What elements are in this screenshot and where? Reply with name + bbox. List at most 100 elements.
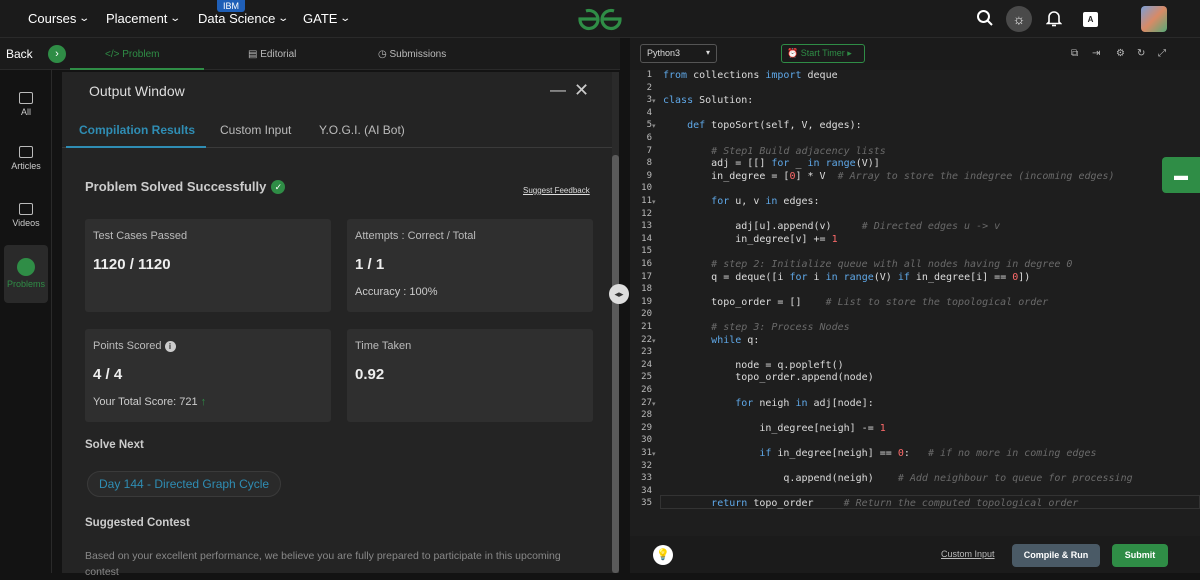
- sidebar-item-label: All: [20, 107, 31, 117]
- line-number: 29: [641, 422, 652, 433]
- line-number: 15: [641, 246, 652, 257]
- attempts-value: 1 / 1: [355, 256, 385, 273]
- code-line[interactable]: def topoSort(self, V, edges):: [663, 120, 862, 131]
- fullscreen-icon[interactable]: ⤢: [1158, 48, 1166, 59]
- tab-custom-input[interactable]: Custom Input: [220, 123, 291, 137]
- points-label-row: Points Scored i: [93, 340, 176, 352]
- code-line[interactable]: from collections import deque: [663, 70, 838, 81]
- sidebar-item-articles[interactable]: Articles: [0, 146, 52, 171]
- active-tab-indicator: [70, 68, 204, 70]
- sidebar-item-problems[interactable]: Problems: [0, 258, 52, 289]
- line-number: 18: [641, 284, 652, 295]
- code-line[interactable]: topo_order = [] # List to store the topo…: [663, 297, 1048, 308]
- line-number: 34: [641, 485, 652, 496]
- code-line[interactable]: return topo_order # Return the computed …: [663, 498, 1078, 509]
- back-link[interactable]: Back: [6, 47, 33, 61]
- line-number: 7: [646, 145, 652, 156]
- code-editor[interactable]: 1 2 3 ▾ 4 5 ▾ 6 7 8 9 10 11 ▾ 12 13 14 15 16 17 18 19 20 21 22 ▾ 2…: [630, 70, 1200, 536]
- next-problem-link[interactable]: Day 144 - Directed Graph Cycle: [87, 471, 282, 497]
- test-cases-value: 1120 / 1120: [93, 256, 171, 273]
- points-card: Points Scored i 4 / 4 Your Total Score: …: [85, 329, 331, 422]
- submit-button[interactable]: Submit: [1112, 544, 1168, 567]
- time-card: Time Taken 0.92: [347, 329, 593, 422]
- code-line[interactable]: adj = [[] for _ in range(V)]: [663, 158, 880, 169]
- chevron-right-icon[interactable]: ›: [48, 45, 66, 63]
- points-value: 4 / 4: [93, 366, 123, 383]
- fold-arrow-icon[interactable]: ▾: [652, 400, 656, 408]
- line-number: 16: [641, 259, 652, 269]
- fold-arrow-icon[interactable]: ▾: [652, 198, 656, 206]
- compile-run-button[interactable]: Compile & Run: [1012, 544, 1100, 567]
- suggest-feedback-link[interactable]: Suggest Feedback: [523, 186, 590, 195]
- solved-text: Problem Solved Successfully: [85, 179, 267, 194]
- code-line[interactable]: while q:: [663, 335, 759, 346]
- code-line[interactable]: node = q.popleft(): [663, 360, 843, 371]
- nav-placement[interactable]: Placement ⌄: [106, 11, 181, 26]
- output-window-title: Output Window: [89, 83, 185, 99]
- close-icon[interactable]: ✕: [574, 80, 589, 101]
- language-select[interactable]: Python3 ▾: [640, 44, 717, 63]
- code-line[interactable]: q.append(neigh) # Add neighbour to queue…: [663, 473, 1132, 484]
- problem-tabs-bar: Back › </> Problem ▤ Editorial ◷ Submiss…: [0, 38, 620, 70]
- language-icon[interactable]: A: [1083, 12, 1098, 27]
- code-line[interactable]: adj[u].append(v) # Directed edges u -> v: [663, 221, 1000, 232]
- nav-courses[interactable]: Courses ⌄: [28, 11, 90, 26]
- sidebar-item-label: Articles: [11, 161, 41, 171]
- code-line[interactable]: in_degree[v] += 1: [663, 234, 837, 245]
- code-line[interactable]: in_degree[neigh] -= 1: [663, 423, 885, 434]
- lightbulb-icon[interactable]: 💡: [653, 545, 673, 565]
- code-line[interactable]: q = deque([i for i in range(V) if in_deg…: [663, 272, 1030, 283]
- line-number: 31: [641, 448, 652, 458]
- tab-editorial-label: Editorial: [260, 49, 297, 60]
- info-icon[interactable]: i: [164, 340, 176, 352]
- sidebar-item-videos[interactable]: Videos: [0, 203, 52, 228]
- fold-arrow-icon[interactable]: ▾: [652, 122, 656, 130]
- settings-icon[interactable]: ⚙: [1116, 48, 1125, 59]
- reset-icon[interactable]: ↻: [1137, 48, 1145, 59]
- custom-input-link[interactable]: Custom Input: [941, 549, 995, 559]
- code-line[interactable]: # step 3: Process Nodes: [663, 322, 849, 333]
- theme-toggle-icon[interactable]: ☼: [1006, 6, 1032, 32]
- code-line[interactable]: in_degree = [0] * V # Array to store the…: [663, 171, 1114, 182]
- tab-problem[interactable]: </> Problem: [105, 49, 159, 60]
- play-circle-icon: ▸: [847, 48, 852, 58]
- gfg-logo[interactable]: [576, 6, 624, 32]
- minimize-icon[interactable]: —: [550, 82, 566, 100]
- fold-arrow-icon[interactable]: ▾: [652, 450, 656, 458]
- time-label: Time Taken: [355, 340, 412, 352]
- line-number: 10: [641, 183, 652, 194]
- code-line[interactable]: for u, v in edges:: [663, 196, 819, 207]
- fold-arrow-icon[interactable]: ▾: [652, 97, 656, 105]
- line-number: 23: [641, 347, 652, 358]
- sidebar-item-label: Problems: [6, 279, 45, 289]
- line-number: 9: [646, 170, 652, 181]
- start-timer-button[interactable]: ⏰ Start Timer ▸: [781, 44, 865, 63]
- sidebar-item-all[interactable]: All: [0, 92, 52, 117]
- code-line[interactable]: # step 2: Initialize queue with all node…: [663, 259, 1072, 270]
- fold-arrow-icon[interactable]: ▾: [652, 337, 656, 345]
- bell-icon[interactable]: [1044, 9, 1064, 29]
- avatar[interactable]: [1141, 6, 1167, 32]
- left-sidebar: All Articles Videos Problems: [0, 70, 52, 573]
- output-scrollbar-thumb[interactable]: [612, 155, 619, 573]
- tab-submissions[interactable]: ◷ Submissions: [378, 49, 446, 60]
- search-icon[interactable]: [975, 9, 995, 29]
- export-icon[interactable]: ⇥: [1092, 48, 1100, 59]
- line-number: 20: [641, 309, 652, 320]
- code-line[interactable]: topo_order.append(node): [663, 372, 873, 383]
- code-line[interactable]: for neigh in adj[node]:: [663, 398, 874, 409]
- grid-icon: [19, 92, 33, 104]
- code-line[interactable]: if in_degree[neigh] == 0: # if no more i…: [663, 448, 1096, 459]
- resize-handle-icon[interactable]: ◂▸: [609, 284, 629, 304]
- copy-icon[interactable]: ⧉: [1071, 48, 1078, 59]
- chat-icon[interactable]: ▬: [1162, 157, 1200, 193]
- nav-gate[interactable]: GATE ⌄: [303, 11, 352, 26]
- tab-editorial[interactable]: ▤ Editorial: [248, 49, 296, 60]
- code-line[interactable]: class Solution:: [663, 95, 753, 106]
- line-number: 21: [641, 322, 652, 332]
- code-line[interactable]: # Step1 Build adjacency lists: [663, 146, 886, 157]
- line-number: 25: [641, 372, 652, 383]
- tab-compilation-results[interactable]: Compilation Results: [79, 123, 195, 137]
- nav-data-science[interactable]: Data Science ⌄: [198, 11, 289, 26]
- tab-yogi-bot[interactable]: Y.O.G.I. (AI Bot): [319, 123, 405, 137]
